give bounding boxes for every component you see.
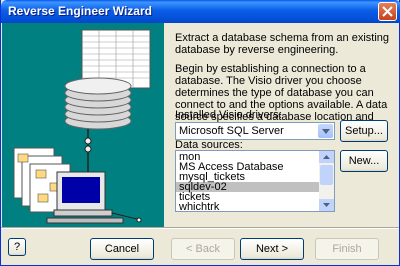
setup-button[interactable]: Setup... — [340, 120, 388, 142]
title-bar: Reverse Engineer Wizard — [1, 0, 400, 23]
intro-paragraph-1: Extract a database schema from an existi… — [175, 32, 389, 56]
drivers-combobox[interactable]: Microsoft SQL Server — [175, 122, 335, 140]
scroll-down-button[interactable] — [319, 199, 334, 211]
close-icon — [382, 6, 393, 17]
scroll-up-button[interactable] — [319, 151, 334, 163]
dropdown-arrow-button[interactable] — [318, 124, 333, 138]
data-source-item[interactable]: whichtrk — [176, 202, 319, 212]
new-button[interactable]: New... — [340, 150, 388, 172]
list-scrollbar[interactable] — [319, 151, 334, 211]
chevron-down-icon — [323, 203, 330, 207]
close-button[interactable] — [378, 2, 397, 21]
finish-button[interactable]: Finish — [315, 238, 379, 260]
drivers-label: Installed Visio drivers: — [175, 109, 282, 121]
drivers-selected: Microsoft SQL Server — [179, 125, 284, 137]
chevron-down-icon — [321, 128, 330, 134]
cancel-button[interactable]: Cancel — [90, 238, 154, 260]
data-sources-list[interactable]: mon MS Access Database mysql_tickets sqldev… — [175, 150, 335, 212]
help-button[interactable]: ? — [8, 238, 26, 256]
data-sources-items: mon MS Access Database mysql_tickets sqldev… — [176, 152, 319, 212]
footer-separator — [1, 227, 399, 229]
wizard-window: Reverse Engineer Wizard Extract a databa… — [0, 0, 400, 266]
wizard-illustration — [2, 23, 164, 227]
chevron-up-icon — [323, 155, 330, 159]
next-button[interactable]: Next > — [240, 238, 304, 260]
back-button[interactable]: < Back — [171, 238, 235, 260]
scroll-thumb[interactable] — [320, 165, 333, 185]
window-title: Reverse Engineer Wizard — [8, 4, 152, 18]
